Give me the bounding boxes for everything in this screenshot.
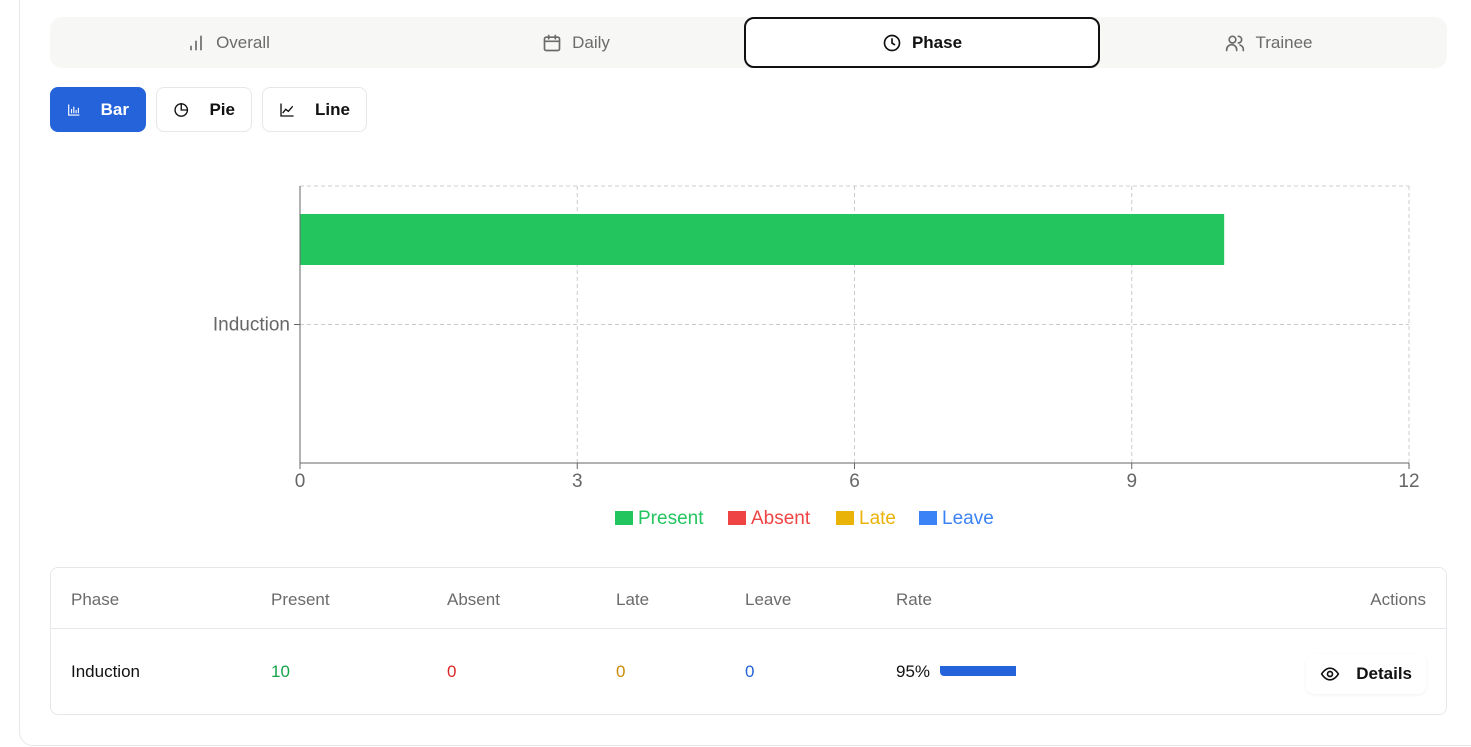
table-header: Phase Present Absent Late Leave Rate Act… — [51, 568, 1446, 629]
bar-present — [300, 214, 1225, 265]
view-label: Pie — [209, 99, 235, 119]
cell-leave: 0 — [745, 662, 755, 681]
legend-swatch-late — [836, 511, 854, 525]
clock-icon — [883, 34, 901, 51]
header-late: Late — [616, 590, 650, 609]
tab-trainee[interactable]: Trainee — [1091, 17, 1447, 68]
x-tick-label: 3 — [572, 471, 583, 492]
view-label: Bar — [100, 99, 129, 119]
details-label: Details — [1356, 664, 1412, 683]
legend-swatch-absent — [728, 511, 746, 525]
tab-label: Overall — [216, 32, 270, 52]
tab-daily[interactable]: Daily — [398, 17, 754, 68]
phase-attendance-chart: Induction 0 3 6 9 12 Present Absent Late Leave — [213, 185, 1420, 529]
cell-absent: 0 — [447, 662, 457, 681]
tab-phase[interactable]: Phase — [744, 17, 1100, 68]
line-chart-icon — [280, 102, 294, 117]
header-present: Present — [271, 590, 330, 609]
calendar-icon — [543, 34, 561, 51]
phase-table: Phase Present Absent Late Leave Rate Act… — [50, 567, 1447, 715]
bar-chart-icon — [190, 35, 202, 51]
header-phase: Phase — [71, 590, 120, 609]
report-tabs: Overall Daily Phase Trainee — [50, 17, 1447, 68]
tab-label: Trainee — [1255, 32, 1313, 52]
eye-icon — [1320, 667, 1340, 681]
cell-present: 10 — [271, 662, 290, 681]
tab-label: Phase — [911, 32, 963, 52]
cell-late: 0 — [616, 662, 626, 681]
legend-label-late: Late — [859, 508, 896, 529]
view-line-button[interactable]: Line — [262, 87, 367, 132]
x-tick-label: 6 — [849, 471, 860, 492]
tab-label: Daily — [572, 32, 610, 52]
header-leave: Leave — [745, 590, 792, 609]
view-bar-button[interactable]: Bar — [50, 87, 146, 132]
legend-swatch-leave — [919, 511, 937, 525]
pie-chart-icon — [174, 102, 189, 117]
legend-label-absent: Absent — [751, 508, 811, 529]
header-absent: Absent — [447, 590, 500, 609]
cell-rate: 95% — [896, 662, 931, 681]
x-tick-label: 12 — [1398, 471, 1419, 492]
users-icon — [1226, 35, 1245, 51]
header-actions: Actions — [1370, 590, 1426, 609]
header-rate: Rate — [896, 590, 932, 609]
table-row: Induction 10 0 0 0 95% Details — [51, 629, 1446, 715]
x-tick-label: 9 — [1126, 471, 1137, 492]
legend-swatch-present — [615, 511, 633, 525]
x-tick-label: 0 — [295, 471, 306, 492]
rate-progress-bar — [940, 666, 1016, 676]
legend-label-leave: Leave — [942, 508, 994, 529]
cell-phase: Induction — [71, 662, 140, 681]
view-label: Line — [315, 99, 350, 119]
details-button[interactable]: Details — [1306, 654, 1426, 694]
tab-overall[interactable]: Overall — [50, 17, 406, 68]
view-pie-button[interactable]: Pie — [156, 87, 252, 132]
bar-chart-icon — [68, 103, 80, 116]
y-tick-label: Induction — [213, 315, 290, 336]
legend-label-present: Present — [638, 508, 704, 529]
